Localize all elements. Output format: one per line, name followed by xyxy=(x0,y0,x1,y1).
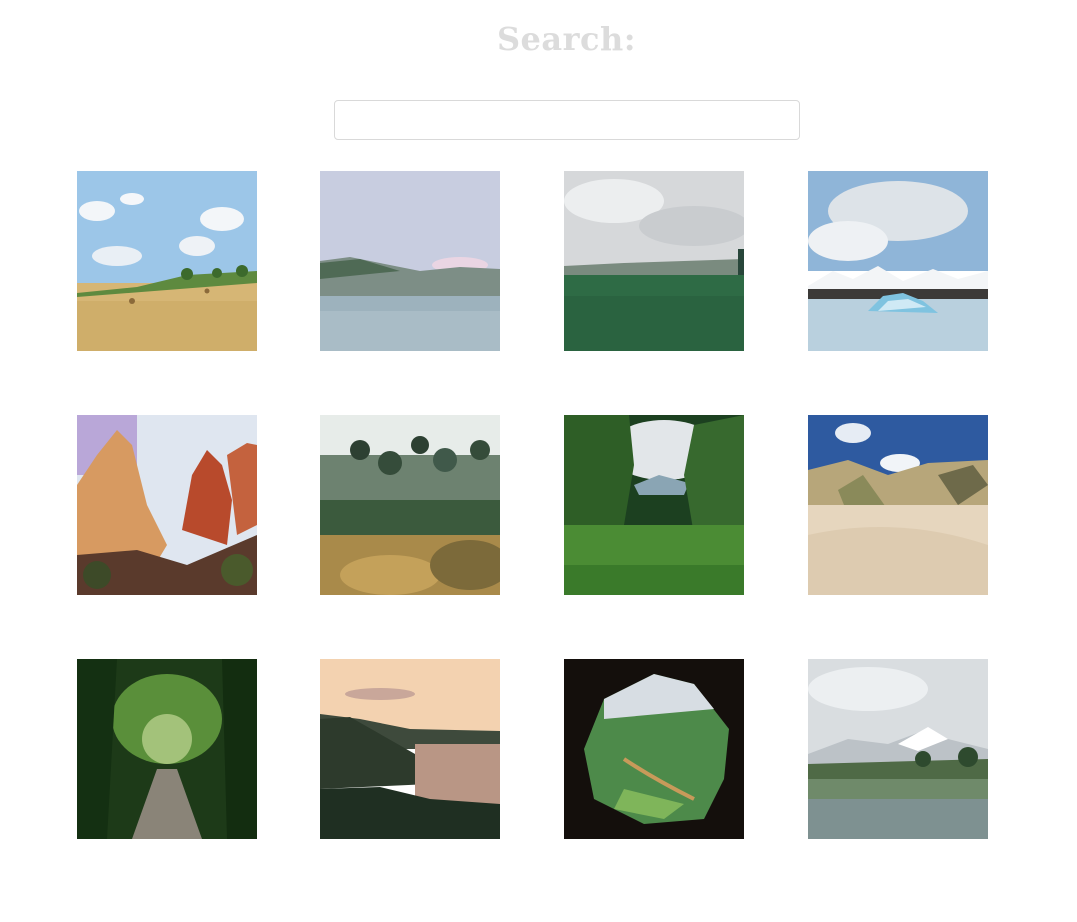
gallery-image-garden[interactable] xyxy=(320,415,500,595)
gallery-image-mountain[interactable] xyxy=(808,659,988,839)
gallery-image-canyon[interactable] xyxy=(77,415,257,595)
gallery-image-dunes[interactable] xyxy=(808,415,988,595)
gallery-image-forest[interactable] xyxy=(77,659,257,839)
image-gallery xyxy=(0,0,1077,922)
gallery-image-field[interactable] xyxy=(77,171,257,351)
gallery-image-glacier[interactable] xyxy=(808,171,988,351)
gallery-image-coast[interactable] xyxy=(320,659,500,839)
cave-view-valley-image xyxy=(564,659,744,839)
sand-dunes-beach-image xyxy=(808,415,988,595)
gallery-image-lake[interactable] xyxy=(320,171,500,351)
forest-path-image xyxy=(77,659,257,839)
glacier-lagoon-icebergs-image xyxy=(808,171,988,351)
green-meadow-cloudy-image xyxy=(564,171,744,351)
snowy-mountain-meadow-image xyxy=(808,659,988,839)
gallery-image-cave[interactable] xyxy=(564,659,744,839)
coastal-sunset-image xyxy=(320,659,500,839)
lake-mountains-image xyxy=(320,171,500,351)
field-hay-bales-image xyxy=(77,171,257,351)
garden-trees-image xyxy=(320,415,500,595)
gallery-image-jungle[interactable] xyxy=(564,415,744,595)
gallery-image-meadow[interactable] xyxy=(564,171,744,351)
red-rock-canyon-image xyxy=(77,415,257,595)
jungle-valley-image xyxy=(564,415,744,595)
